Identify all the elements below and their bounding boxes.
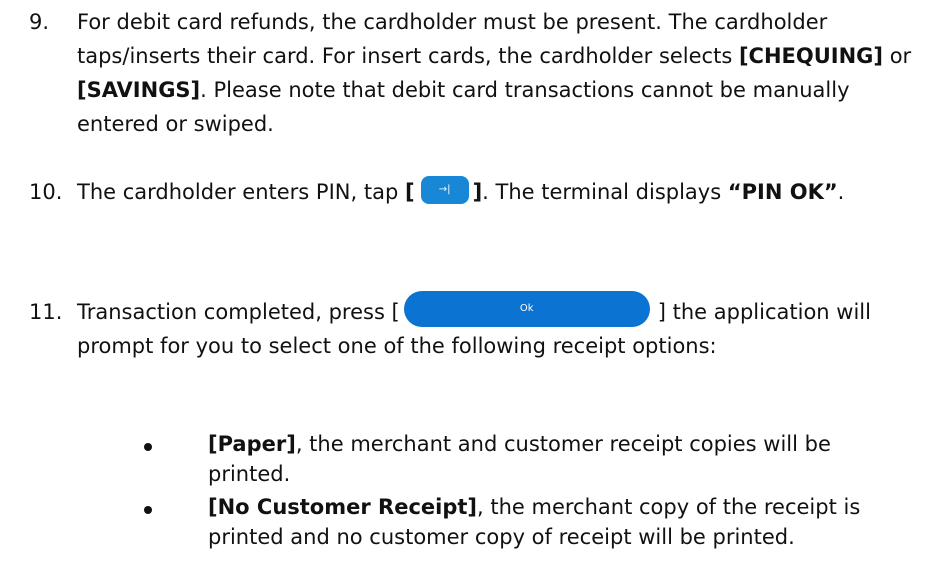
ok-button[interactable]: Ok — [403, 291, 650, 327]
step-text: For debit card refunds, the cardholder m… — [77, 5, 917, 141]
list-item-text: [Paper], the merchant and customer recei… — [208, 429, 908, 489]
step-text: Transaction completed, press [Ok] the ap… — [77, 291, 917, 363]
enter-button[interactable]: →| — [420, 176, 469, 204]
step-text-part: . The terminal displays — [482, 180, 728, 204]
step-text-part: . — [837, 180, 845, 204]
option-description: , the merchant and customer receipt copi… — [208, 432, 831, 486]
step-number: 10. — [29, 180, 63, 204]
list-item-text: [No Customer Receipt], the merchant copy… — [208, 492, 908, 552]
no-customer-receipt-option: [No Customer Receipt] — [208, 495, 478, 519]
savings-option: [SAVINGS] — [77, 78, 201, 102]
bullet-dot-icon — [144, 506, 152, 514]
paper-option: [Paper] — [208, 432, 296, 456]
step-text: The cardholder enters PIN, tap [ →|]. The… — [77, 175, 917, 209]
bullet-dot-icon — [144, 443, 152, 451]
step-text-part: or — [883, 44, 912, 68]
step-number: 11. — [29, 300, 63, 324]
pin-ok-message: “PIN OK” — [727, 180, 838, 204]
arrow-right-to-bar-icon: →| — [438, 184, 451, 195]
step-number: 9. — [29, 10, 50, 34]
step-text-part: The cardholder enters PIN, tap — [77, 180, 405, 204]
step-text-part: Transaction completed, press [ — [77, 300, 400, 324]
bracket-open: [ — [404, 180, 415, 204]
step-text-part: For debit card refunds, the cardholder m… — [77, 10, 828, 68]
chequing-option: [CHEQUING] — [738, 44, 884, 68]
bracket-close: ] — [472, 180, 483, 204]
